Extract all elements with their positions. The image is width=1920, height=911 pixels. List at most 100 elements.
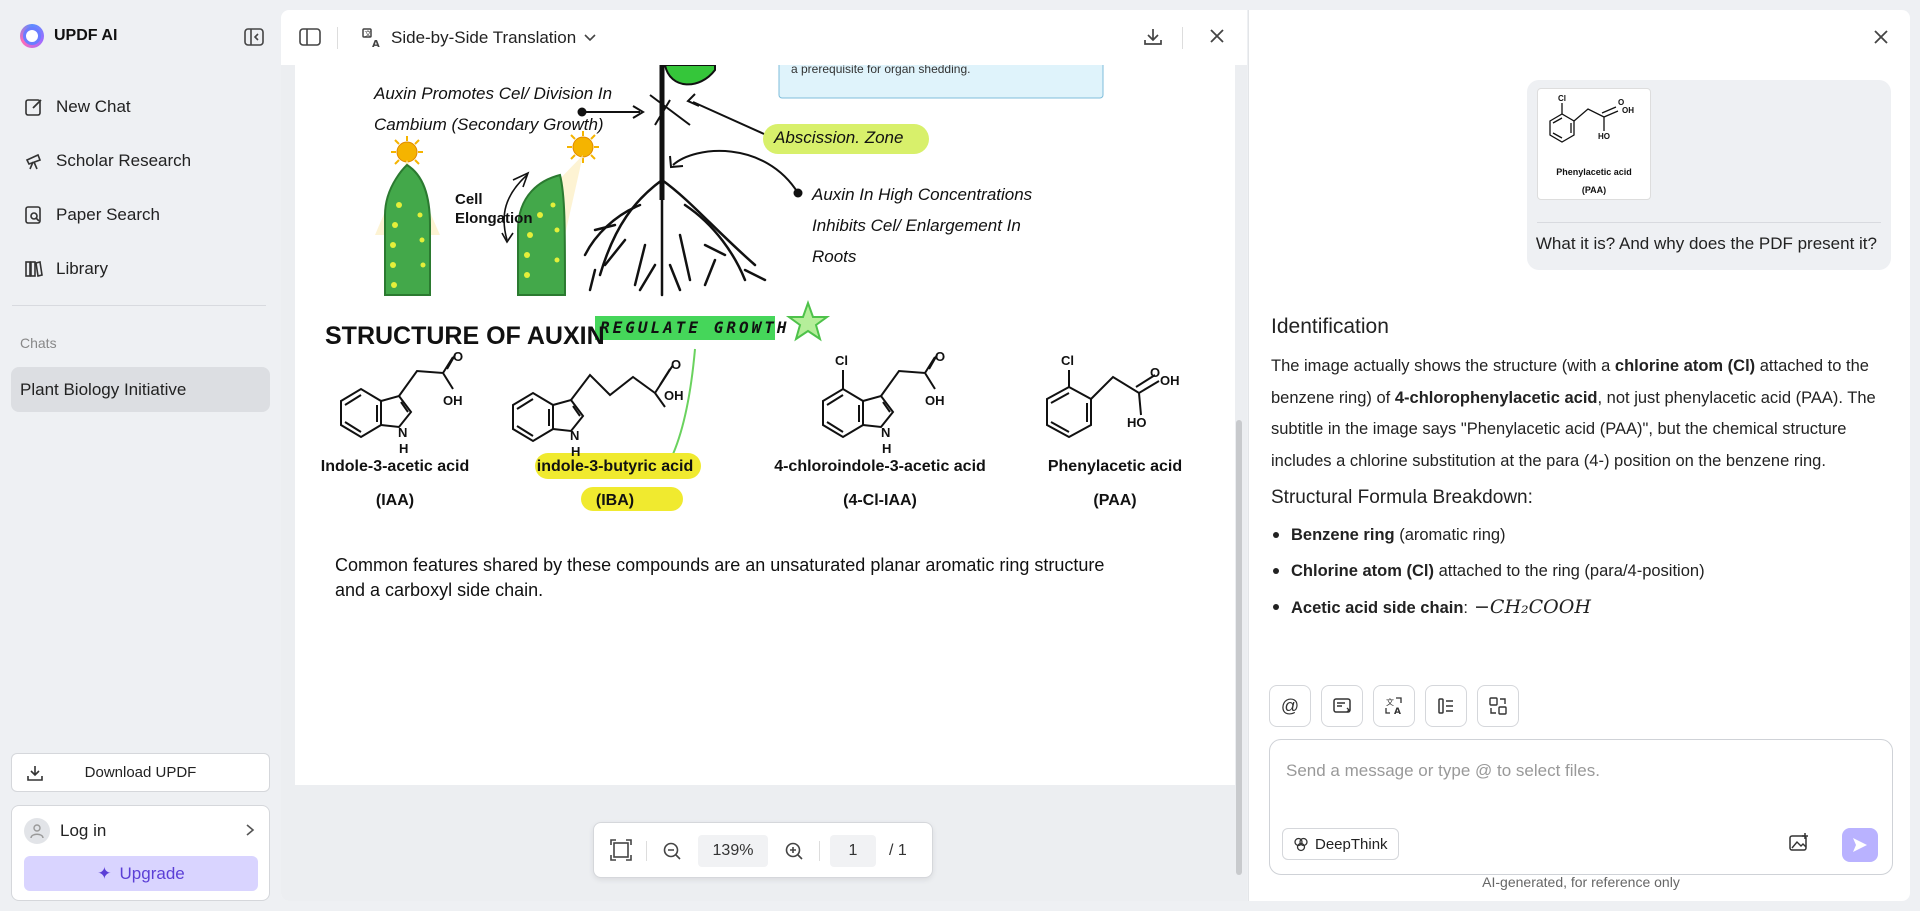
panel-toggle-icon[interactable] <box>299 27 321 47</box>
sidebar-nav: New Chat Scholar Research Paper Search L… <box>12 80 270 296</box>
chevron-right-icon <box>246 824 255 836</box>
compound-abbr: (PAA) <box>1093 492 1137 509</box>
annotation-line: Inhibits Cel/ Enlargement In <box>812 216 1021 235</box>
compound-abbr: (4-Cl-IAA) <box>843 492 917 509</box>
brain-icon <box>1294 837 1308 852</box>
avatar <box>24 818 50 844</box>
label-line: Elongation <box>455 210 533 227</box>
svg-text:A: A <box>1394 707 1401 716</box>
summarize-icon <box>1333 698 1351 713</box>
compound-name: Phenylacetic acid <box>1047 458 1183 475</box>
svg-text:OH: OH <box>1622 106 1634 115</box>
rewrite-button[interactable] <box>1477 685 1519 727</box>
telescope-icon <box>25 153 42 170</box>
zoom-level[interactable]: 139% <box>698 835 768 867</box>
compound-abbr: (IAA) <box>375 492 415 509</box>
chevron-down-icon <box>584 34 596 42</box>
pdf-scrollbar[interactable] <box>1236 420 1242 875</box>
svg-text:Cl: Cl <box>1558 94 1566 103</box>
info-box-text: a prerequisite for organ shedding. <box>791 65 971 76</box>
response-heading: Identification <box>1271 315 1389 338</box>
document-viewport[interactable]: Auxin Promotes Cel/ Division In Cambium … <box>281 65 1247 901</box>
list-icon <box>1438 698 1453 714</box>
annotation-line: Auxin In High Concentrations <box>812 185 1033 204</box>
nav-library[interactable]: Library <box>12 242 270 296</box>
at-icon: @ <box>1280 695 1300 716</box>
translate-button[interactable]: 文A <box>1373 685 1415 727</box>
login-label: Log in <box>60 821 107 840</box>
bold-run: 4-chlorophenylacetic acid <box>1394 388 1598 407</box>
ai-chat-panel: Cl OH HO O Phenylacetic acid (PAA) What … <box>1248 10 1910 901</box>
collapse-sidebar-button[interactable] <box>242 27 266 47</box>
close-icon[interactable] <box>1872 28 1890 46</box>
text-run: attached to the ring (para/4-position) <box>1434 562 1705 580</box>
nav-label: Scholar Research <box>56 151 192 170</box>
sparkle-icon: ✦ <box>97 863 112 883</box>
bold-run: Benzene ring <box>1291 526 1395 544</box>
sidebar-toggle-icon <box>244 28 264 46</box>
regulate-growth-label: REGULATE GROWTH <box>600 318 790 337</box>
user-message-text: What it is? And why does the PDF present… <box>1535 234 1877 253</box>
zoom-in-icon[interactable] <box>784 841 804 861</box>
upgrade-label: Upgrade <box>119 863 185 883</box>
ai-disclaimer: AI-generated, for reference only <box>1482 874 1680 890</box>
nav-scholar-research[interactable]: Scholar Research <box>12 134 270 188</box>
download-icon <box>27 765 43 781</box>
nav-new-chat[interactable]: New Chat <box>12 80 270 134</box>
sidebar-divider <box>12 305 266 306</box>
pdf-page: Auxin Promotes Cel/ Division In Cambium … <box>295 65 1235 785</box>
chat-item-plant-biology[interactable]: Plant Biology Initiative <box>11 367 270 412</box>
doc-search-icon <box>25 206 41 224</box>
nav-paper-search[interactable]: Paper Search <box>12 188 270 242</box>
text-line: and a carboxyl side chain. <box>335 580 544 600</box>
message-composer: DeepThink <box>1269 739 1893 875</box>
annotation-line: Auxin Promotes Cel/ Division In <box>374 84 613 103</box>
bold-run: chlorine atom (Cl) <box>1614 357 1756 375</box>
compound-iba: indole-3-butyric acid (IBA) <box>515 450 715 518</box>
page-total: / 1 <box>889 842 907 859</box>
translation-mode-dropdown[interactable]: 文A Side-by-Side Translation <box>361 23 596 53</box>
zoom-out-icon[interactable] <box>662 841 682 861</box>
pdf-toolbar: 文A Side-by-Side Translation <box>281 10 1247 65</box>
atom-label: HO <box>1127 415 1147 430</box>
summarize-button[interactable] <box>1321 685 1363 727</box>
login-button[interactable]: Log in <box>12 806 269 856</box>
atom-label: OH <box>1160 373 1180 388</box>
nav-label: Library <box>56 259 108 278</box>
zoom-separator <box>819 841 820 861</box>
toolbar-separator <box>337 27 338 49</box>
close-icon[interactable] <box>1208 27 1226 45</box>
label-line: Cell <box>455 191 483 208</box>
nav-label: Paper Search <box>56 205 160 224</box>
compound-paa: Phenylacetic acid (PAA) <box>1030 450 1200 518</box>
download-icon[interactable] <box>1143 27 1163 47</box>
message-separator <box>1537 222 1881 223</box>
download-updf-button[interactable]: Download UPDF <box>11 753 270 792</box>
text-line: Common features shared by these compound… <box>335 555 1105 575</box>
mention-button[interactable]: @ <box>1269 685 1311 727</box>
brand: UPDF AI <box>20 24 117 48</box>
swap-icon <box>1489 697 1507 715</box>
abscission-zone-label: Abscission. Zone <box>774 128 904 147</box>
chemical-formula: −CH₂COOH <box>1474 596 1591 618</box>
attached-image-thumbnail[interactable]: Cl OH HO O Phenylacetic acid (PAA) <box>1537 88 1651 200</box>
response-subheading: Structural Formula Breakdown: <box>1271 487 1533 508</box>
svg-text:A: A <box>372 39 380 49</box>
bullet-item: Chlorine atom (Cl) attached to the ring … <box>1271 553 1891 589</box>
atom-label: OH <box>664 388 684 403</box>
message-input[interactable] <box>1286 756 1866 786</box>
page-number-input[interactable]: 1 <box>830 835 876 867</box>
response-bullets: Benzene ring (aromatic ring) Chlorine at… <box>1271 517 1891 626</box>
image-upload-icon[interactable] <box>1788 832 1810 854</box>
pdf-panel: 文A Side-by-Side Translation Auxin Promot… <box>281 10 1247 901</box>
prompt-tools: @ 文A <box>1269 685 1519 727</box>
deepthink-toggle[interactable]: DeepThink <box>1282 828 1399 860</box>
send-button[interactable] <box>1842 828 1878 862</box>
toolbar-separator <box>1182 27 1183 49</box>
mode-label: Side-by-Side Translation <box>391 28 577 47</box>
explain-button[interactable] <box>1425 685 1467 727</box>
upgrade-button[interactable]: ✦ Upgrade <box>24 856 258 891</box>
fit-page-icon[interactable] <box>610 839 632 861</box>
user-icon <box>30 824 44 839</box>
atom-label: OH <box>925 393 945 408</box>
